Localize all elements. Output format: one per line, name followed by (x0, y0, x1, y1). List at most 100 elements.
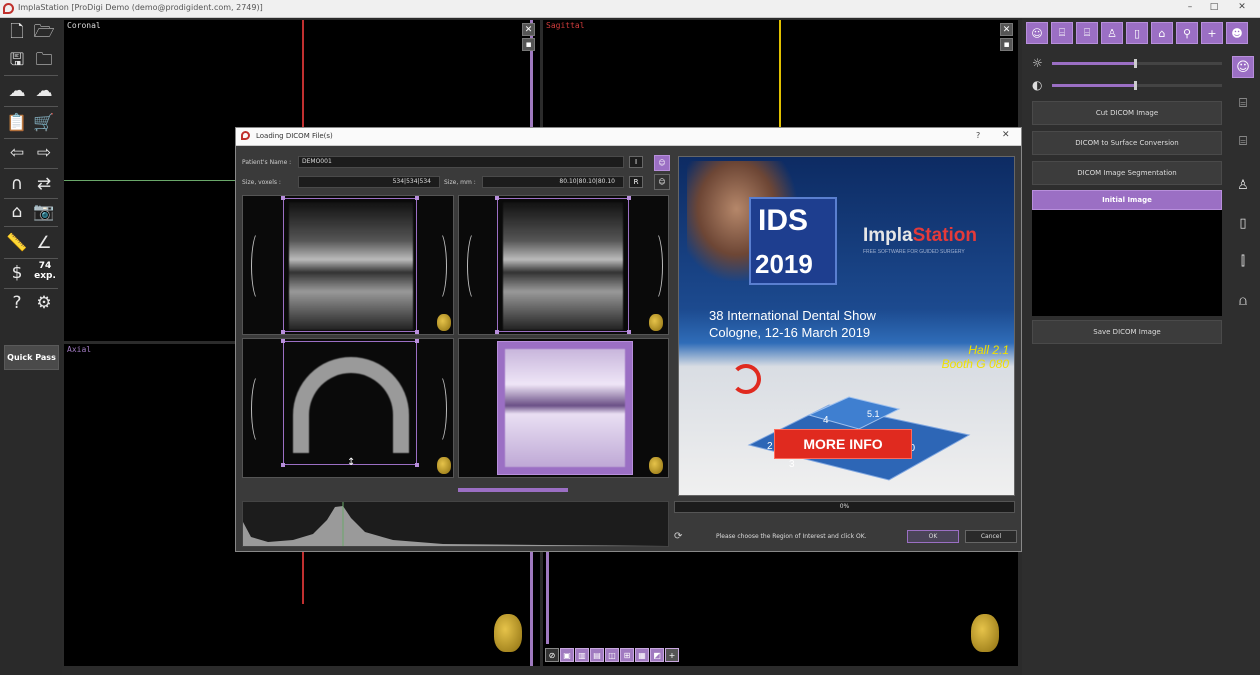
roi-handle[interactable] (281, 339, 285, 343)
image-list-area[interactable] (1032, 210, 1222, 316)
roi-box[interactable] (283, 198, 417, 332)
roi-handle[interactable] (415, 330, 419, 334)
roi-handle[interactable] (281, 330, 285, 334)
quick-pass-button[interactable]: Quick Pass (4, 345, 59, 370)
info-r-button[interactable]: R (629, 176, 643, 188)
order-list-icon[interactable]: 📋 (4, 112, 30, 134)
sleeve-tab-icon[interactable]: ⚲ (1176, 22, 1198, 44)
help-icon[interactable]: ? (4, 292, 30, 314)
roi-handle[interactable] (495, 330, 499, 334)
roi-handle[interactable] (415, 196, 419, 200)
skull-side-icon[interactable]: ☺ (1232, 56, 1254, 78)
screw-side-icon[interactable]: ⫿ (1232, 250, 1254, 272)
cloud-upload-icon[interactable]: ☁ (4, 80, 30, 102)
preview-sagittal[interactable] (458, 195, 669, 335)
view-mode-button[interactable]: ◩ (650, 648, 664, 662)
cancel-button[interactable]: Cancel (965, 530, 1017, 543)
roi-handle[interactable] (281, 463, 285, 467)
save-dicom-button[interactable]: Save DICOM Image (1032, 320, 1222, 344)
shopping-cart-icon[interactable]: 🛒 (31, 112, 57, 134)
implant-tab-icon[interactable]: ▯ (1126, 22, 1148, 44)
resize-arrow-icon[interactable]: ↕ (347, 457, 355, 468)
collapse-view-icon[interactable]: ✕ (1000, 23, 1013, 36)
initial-image-button[interactable]: Initial Image (1032, 190, 1222, 210)
roi-handle[interactable] (281, 196, 285, 200)
save-icon[interactable]: 🖫 (4, 50, 30, 72)
dialog-close-button[interactable]: ✕ (1002, 130, 1010, 140)
skull-view-icon[interactable]: ☺ (654, 155, 670, 171)
roi-box[interactable] (283, 341, 417, 465)
panoramic-tab-icon[interactable]: ⌸ (1051, 22, 1073, 44)
contrast-slider[interactable]: ◐ (1032, 78, 1222, 92)
skull-alt-view-icon[interactable]: ☺ (654, 174, 670, 190)
preview-3d[interactable] (458, 338, 669, 478)
slice-scrollbar[interactable] (458, 488, 568, 492)
roi-handle[interactable] (495, 196, 499, 200)
close-window-button[interactable]: ✕ (1232, 2, 1252, 12)
new-project-icon[interactable]: 🗋 (4, 22, 30, 44)
preview-coronal[interactable] (242, 195, 454, 335)
view-mode-button[interactable]: ▦ (635, 648, 649, 662)
roi-handle[interactable] (627, 330, 631, 334)
undo-arrow-icon[interactable]: ⇦ (4, 142, 30, 164)
guide-side-icon[interactable]: ⩍ (1232, 290, 1254, 312)
roi-handle[interactable] (415, 339, 419, 343)
tooth-tab-icon[interactable]: ♙ (1101, 22, 1123, 44)
ids-2019-advertisement[interactable]: IDS 2019 ImplaStation FREE SOFTWARE FOR … (678, 156, 1015, 496)
more-info-button[interactable]: MORE INFO (774, 429, 912, 459)
collapse-view-icon[interactable]: ✕ (522, 23, 535, 36)
maximize-button[interactable]: □ (1204, 2, 1224, 12)
view-mode-button[interactable]: ▤ (590, 648, 604, 662)
implant-side-icon[interactable]: ▯ (1232, 212, 1254, 234)
panoramic-side-icon[interactable]: ⌸ (1232, 92, 1254, 114)
roi-box[interactable] (497, 198, 629, 332)
view-mode-button[interactable]: ▥ (575, 648, 589, 662)
orientation-head-icon[interactable] (971, 614, 999, 652)
home-icon[interactable]: ⌂ (4, 201, 30, 223)
screenshot-icon[interactable]: ▪ (1000, 38, 1013, 51)
user-tab-icon[interactable]: ☻ (1226, 22, 1248, 44)
refresh-icon[interactable]: ⟳ (674, 531, 688, 545)
brightness-thumb[interactable] (1134, 59, 1138, 68)
open-folder-icon[interactable]: 🗁 (31, 22, 57, 44)
roi-handle[interactable] (415, 463, 419, 467)
redo-arrow-icon[interactable]: ⇨ (31, 142, 57, 164)
axial-vertical-line[interactable] (302, 544, 304, 604)
cloud-download-icon[interactable]: ☁ (31, 80, 57, 102)
info-i-button[interactable]: I (629, 156, 643, 168)
angle-tool-icon[interactable]: ∠ (31, 232, 57, 254)
contrast-track[interactable] (1052, 81, 1222, 90)
add-tab-icon[interactable]: + (1201, 22, 1223, 44)
camera-icon[interactable]: 📷 (31, 201, 57, 223)
teeth-side-icon[interactable]: ⌸ (1232, 130, 1254, 152)
dicom-tab-icon[interactable]: ☺ (1026, 22, 1048, 44)
no-entry-icon[interactable]: ⊘ (545, 648, 559, 662)
swap-icon[interactable]: ⇄ (31, 173, 57, 195)
credits-icon[interactable]: $ (4, 262, 30, 284)
contrast-thumb[interactable] (1134, 81, 1138, 90)
brightness-track[interactable] (1052, 59, 1222, 68)
view-mode-button[interactable]: ⊞ (620, 648, 634, 662)
cut-dicom-button[interactable]: Cut DICOM Image (1032, 101, 1222, 125)
roi-handle[interactable] (627, 196, 631, 200)
add-view-icon[interactable]: + (665, 648, 679, 662)
ok-button[interactable]: OK (907, 530, 959, 543)
teeth-row-tab-icon[interactable]: ⌸ (1076, 22, 1098, 44)
dicom-to-surface-button[interactable]: DICOM to Surface Conversion (1032, 131, 1222, 155)
tooth-side-icon[interactable]: ♙ (1232, 174, 1254, 196)
view-mode-button[interactable]: ◫ (605, 648, 619, 662)
minimize-button[interactable]: – (1180, 2, 1200, 12)
screenshot-icon[interactable]: ▪ (522, 38, 535, 51)
brightness-slider[interactable]: ☼ (1032, 56, 1222, 70)
dialog-help-button[interactable]: ? (976, 131, 980, 140)
view-mode-button[interactable]: ▣ (560, 648, 574, 662)
guide-tab-icon[interactable]: ⌂ (1151, 22, 1173, 44)
dicom-segmentation-button[interactable]: DICOM Image Segmentation (1032, 161, 1222, 185)
orientation-head-icon[interactable] (494, 614, 522, 652)
ruler-icon[interactable]: 📏 (4, 232, 30, 254)
settings-gear-icon[interactable]: ⚙ (31, 292, 57, 314)
arch-curve-icon[interactable]: ∩ (4, 173, 30, 195)
open-dicom-folder-icon[interactable]: 🗀 (31, 50, 57, 72)
preview-axial[interactable]: ↕ (242, 338, 454, 478)
histogram[interactable] (242, 501, 669, 547)
